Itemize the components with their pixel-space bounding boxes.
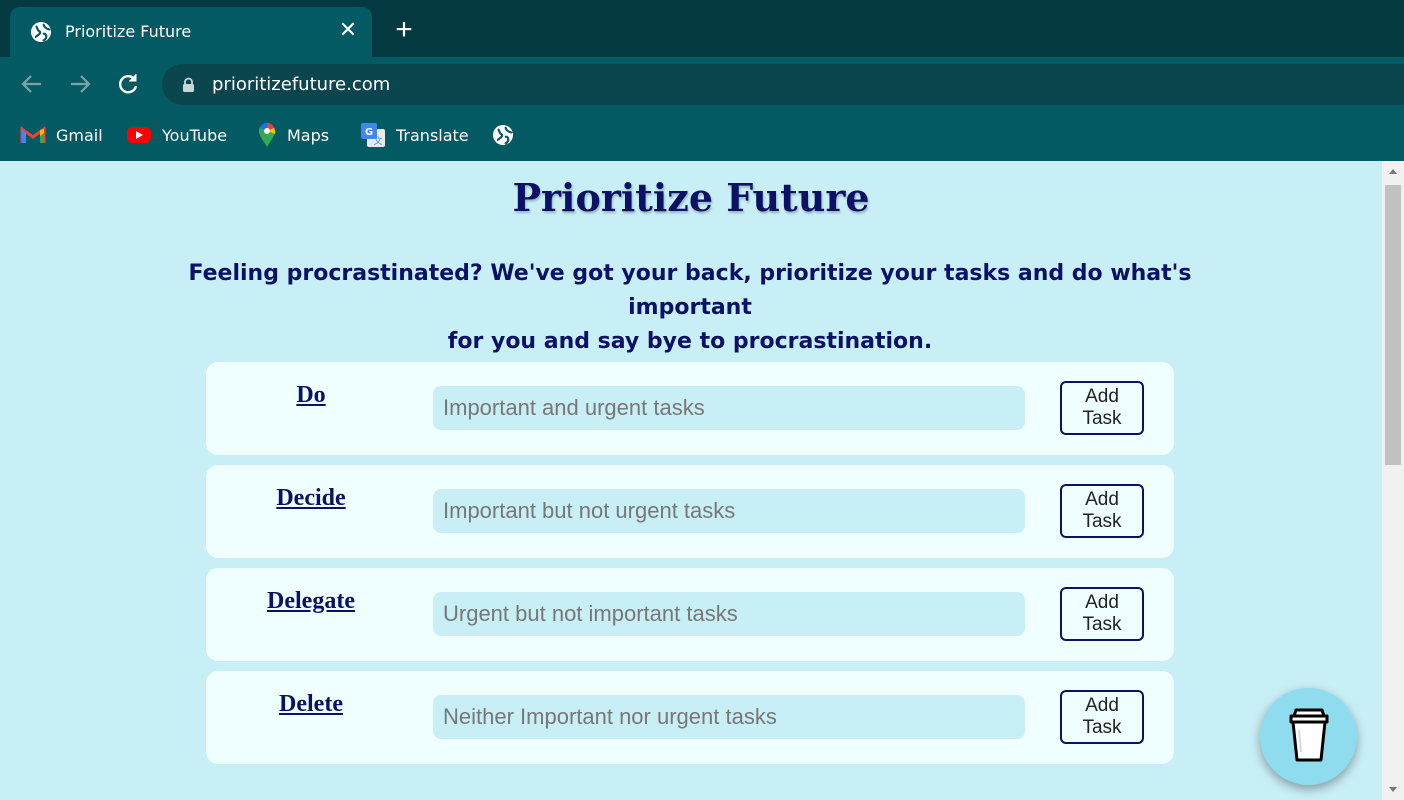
- tab-title: Prioritize Future: [65, 22, 192, 41]
- bookmark-youtube[interactable]: YouTube: [126, 122, 227, 148]
- lock-icon: [182, 77, 195, 98]
- bookmark-maps[interactable]: Maps: [257, 122, 329, 148]
- back-button[interactable]: [19, 71, 45, 97]
- buy-me-a-coffee-button[interactable]: [1260, 688, 1357, 785]
- category-label-decide[interactable]: Decide: [206, 485, 416, 512]
- category-label-delete[interactable]: Delete: [206, 691, 416, 718]
- category-label-do[interactable]: Do: [206, 382, 416, 409]
- scroll-up-icon[interactable]: [1382, 161, 1404, 183]
- task-input-delete[interactable]: [433, 695, 1025, 739]
- maps-icon: [259, 123, 276, 147]
- add-task-button-do[interactable]: Add Task: [1060, 381, 1144, 435]
- add-task-button-delegate[interactable]: Add Task: [1060, 587, 1144, 641]
- bookmark-translate[interactable]: G 文 Translate: [360, 122, 469, 148]
- close-tab-icon[interactable]: ✕: [338, 19, 358, 41]
- coffee-cup-icon: [1289, 708, 1329, 762]
- browser-tab[interactable]: Prioritize Future ✕: [10, 7, 372, 57]
- scroll-down-icon[interactable]: [1382, 778, 1404, 800]
- scrollbar-thumb[interactable]: [1385, 185, 1401, 465]
- add-task-button-delete[interactable]: Add Task: [1060, 690, 1144, 744]
- category-card-decide: Decide AddTask: [206, 465, 1174, 558]
- address-bar[interactable]: prioritizefuture.com: [162, 64, 1404, 105]
- vertical-scrollbar[interactable]: [1382, 161, 1404, 800]
- url-text: prioritizefuture.com: [212, 74, 391, 95]
- category-card-do: Do AddTask: [206, 362, 1174, 455]
- arrow-right-icon: [71, 75, 91, 93]
- forward-button[interactable]: [67, 71, 93, 97]
- arrow-left-icon: [21, 75, 41, 93]
- browser-toolbar: prioritizefuture.com: [0, 57, 1404, 112]
- bookmark-globe[interactable]: [492, 122, 514, 148]
- bookmarks-bar: Gmail YouTube Maps G 文 Translate: [0, 112, 1404, 161]
- gmail-icon: [20, 126, 46, 143]
- tab-strip: Prioritize Future ✕ +: [0, 0, 1404, 57]
- tagline: Feeling procrastinated? We've got your b…: [150, 257, 1230, 359]
- task-input-do[interactable]: [433, 386, 1025, 430]
- youtube-icon: [127, 127, 151, 143]
- task-input-delegate[interactable]: [433, 592, 1025, 636]
- svg-text:G: G: [365, 127, 373, 138]
- reload-icon: [119, 74, 138, 94]
- category-label-delegate[interactable]: Delegate: [206, 588, 416, 615]
- task-input-decide[interactable]: [433, 489, 1025, 533]
- tagline-line-1: Feeling procrastinated? We've got your b…: [188, 261, 1192, 320]
- category-card-delegate: Delegate AddTask: [206, 568, 1174, 661]
- new-tab-button[interactable]: +: [392, 15, 416, 45]
- page-title: Prioritize Future: [512, 175, 870, 220]
- globe-icon: [30, 21, 52, 48]
- category-card-delete: Delete AddTask: [206, 671, 1174, 764]
- svg-text:文: 文: [373, 135, 382, 147]
- tagline-line-2: for you and say bye to procrastination.: [447, 329, 933, 354]
- translate-icon: G 文: [361, 123, 385, 147]
- bookmark-gmail[interactable]: Gmail: [20, 122, 103, 148]
- globe-icon: [493, 125, 513, 145]
- add-task-button-decide[interactable]: Add Task: [1060, 484, 1144, 538]
- page-content: Prioritize Future Feeling procrastinated…: [0, 161, 1382, 800]
- reload-button[interactable]: [115, 71, 141, 97]
